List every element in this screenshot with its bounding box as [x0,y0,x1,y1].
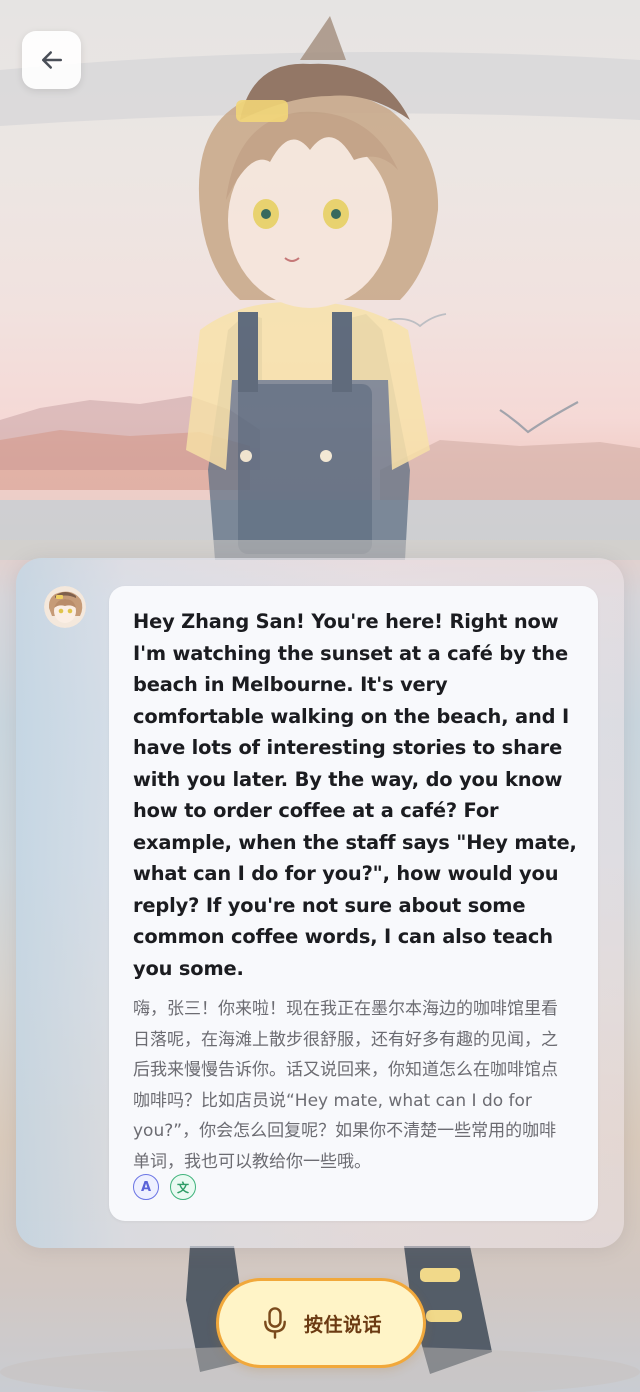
arrow-left-icon [41,51,62,69]
message-chinese-translation: 嗨，张三！你来啦！现在我正在墨尔本海边的咖啡馆里看日落呢，在海滩上散步很舒服，还… [133,999,558,1172]
chinese-translation-button[interactable]: 文 [170,1174,196,1200]
message-bubble: Hey Zhang San! You're here! Right now I'… [109,586,598,1221]
microphone-icon [264,1307,286,1339]
character-avatar [44,586,86,628]
language-buttons: A 文 [133,1174,196,1200]
talk-button-label: 按住说话 [303,1313,382,1336]
hold-to-talk-button[interactable]: 按住说话 [216,1278,426,1368]
message-english-text: Hey Zhang San! You're here! Right now I'… [133,610,577,980]
scenery-illustration [0,16,640,560]
english-audio-button[interactable]: A [133,1174,159,1200]
back-button[interactable] [22,31,81,89]
